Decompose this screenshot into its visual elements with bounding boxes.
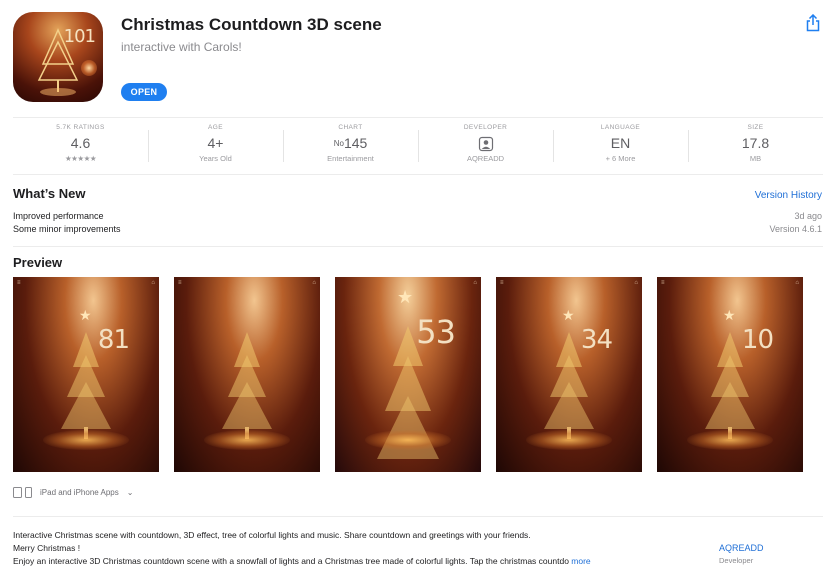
- whats-new-line: Improved performance: [13, 211, 104, 221]
- ipad-icon: [13, 487, 22, 498]
- tree-base-glow: [204, 430, 290, 450]
- language-more: + 6 More: [605, 154, 636, 163]
- home-icon: ⌂: [634, 280, 638, 286]
- preview-title: Preview: [13, 255, 63, 270]
- stat-label: DEVELOPER: [463, 124, 508, 131]
- tree-icon: [222, 332, 272, 439]
- stat-label: SIZE: [747, 124, 764, 131]
- language-value: EN: [610, 135, 631, 151]
- stat-label: CHART: [338, 124, 363, 131]
- size-unit: MB: [749, 154, 762, 163]
- update-date: 3d ago: [794, 211, 822, 221]
- tree-base-glow: [43, 430, 129, 450]
- menu-icon: ≡: [17, 280, 21, 286]
- stat-size: SIZE 17.8 MB: [688, 118, 823, 174]
- info-bar: 5.7K RATINGS 4.6 ★★★★★ AGE 4+ Years Old …: [13, 117, 823, 175]
- open-button[interactable]: OPEN: [121, 83, 167, 101]
- menu-icon: ≡: [500, 280, 504, 286]
- screenshot[interactable]: ≡ ⌂ ★ 10: [657, 277, 803, 472]
- screenshot-carousel: ≡ ⌂ ★ 81 ≡ ⌂ ⌂ ★ 53 ≡ ⌂ ★ 34 ≡ ⌂ ★ 10: [13, 277, 803, 472]
- stat-ratings: 5.7K RATINGS 4.6 ★★★★★: [13, 118, 148, 174]
- app-icon: 101: [13, 12, 103, 102]
- chart-value: No145: [283, 135, 418, 152]
- menu-icon: ≡: [661, 280, 665, 286]
- stat-chart[interactable]: CHART No145 Entertainment: [283, 118, 418, 174]
- stat-label: 5.7K RATINGS: [56, 124, 105, 131]
- home-icon: ⌂: [151, 280, 155, 286]
- description-line: Merry Christmas !: [13, 543, 81, 553]
- chevron-down-icon: ⌄: [126, 488, 134, 497]
- app-subtitle: interactive with Carols!: [121, 40, 242, 54]
- developer-name: AQREADD: [466, 154, 505, 163]
- whats-new-line: Some minor improvements: [13, 224, 121, 234]
- age-value: 4+: [207, 135, 224, 151]
- home-icon: ⌂: [312, 280, 316, 286]
- size-value: 17.8: [741, 135, 770, 151]
- star-icon: ★: [79, 307, 92, 323]
- tree-icon: [544, 332, 594, 439]
- rating-value: 4.6: [70, 135, 91, 151]
- star-icon: ★: [723, 307, 736, 323]
- version-history-link[interactable]: Version History: [755, 190, 822, 201]
- star-rating-icon: ★★★★★: [64, 154, 97, 163]
- app-title: Christmas Countdown 3D scene: [121, 15, 382, 34]
- tree-base-glow: [526, 430, 612, 450]
- screenshot[interactable]: ≡ ⌂ ★ 34: [496, 277, 642, 472]
- developer-icon-wrap: [418, 135, 553, 152]
- star-icon: ★: [562, 307, 575, 323]
- developer-link[interactable]: AQREADD: [719, 543, 764, 553]
- tree-icon: [61, 332, 111, 439]
- tree-icon: [705, 332, 755, 439]
- star-icon: ★: [397, 287, 414, 307]
- screenshot[interactable]: ⌂ ★ 53: [335, 277, 481, 472]
- iphone-icon: [25, 487, 32, 498]
- devices-label: iPad and iPhone Apps: [40, 488, 119, 497]
- chart-category: Entertainment: [327, 154, 374, 163]
- divider: [13, 246, 823, 247]
- menu-icon: ≡: [178, 280, 182, 286]
- stat-label: LANGUAGE: [600, 124, 641, 131]
- home-icon: ⌂: [473, 280, 477, 286]
- device-selector[interactable]: iPad and iPhone Apps ⌄: [13, 487, 133, 498]
- icon-countdown: 101: [63, 26, 96, 47]
- chart-prefix: No: [333, 139, 344, 148]
- divider: [13, 516, 823, 517]
- developer-label: Developer: [719, 556, 754, 565]
- screenshot[interactable]: ≡ ⌂: [174, 277, 320, 472]
- person-icon: [478, 137, 493, 152]
- version-number: Version 4.6.1: [769, 224, 822, 234]
- age-sub: Years Old: [199, 154, 232, 163]
- home-icon: ⌂: [795, 280, 799, 286]
- stat-age: AGE 4+ Years Old: [148, 118, 283, 174]
- stat-developer[interactable]: DEVELOPER AQREADD: [418, 118, 553, 174]
- chart-rank: 145: [343, 135, 368, 151]
- whats-new-title: What’s New: [13, 186, 86, 201]
- glow-light: [81, 60, 97, 76]
- tree-base-glow: [365, 430, 451, 450]
- stat-language: LANGUAGE EN + 6 More: [553, 118, 688, 174]
- description-line: Interactive Christmas scene with countdo…: [13, 530, 531, 540]
- tree-base-glow: [687, 430, 773, 450]
- share-icon[interactable]: [805, 14, 821, 32]
- screenshot[interactable]: ≡ ⌂ ★ 81: [13, 277, 159, 472]
- stat-label: AGE: [208, 124, 223, 131]
